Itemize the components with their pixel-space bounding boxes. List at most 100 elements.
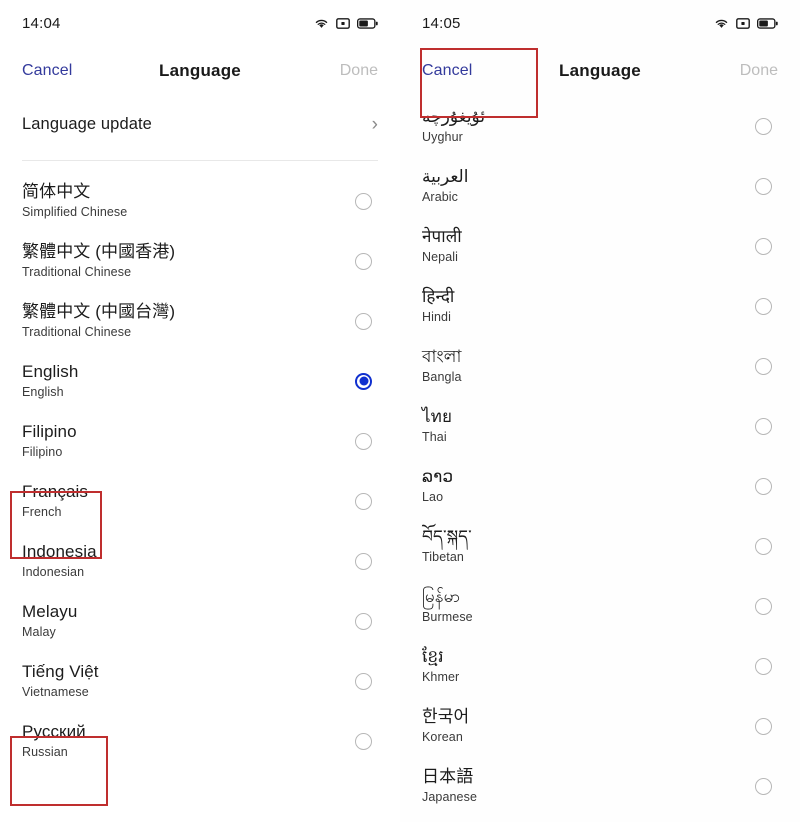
radio-button[interactable] — [755, 717, 772, 735]
language-native-name: မြန်မာ — [422, 586, 461, 606]
language-row[interactable]: 日本語 Japanese — [400, 756, 800, 816]
language-row[interactable]: Tiếng Việt Vietnamese — [0, 651, 400, 711]
radio-button[interactable] — [755, 357, 772, 375]
radio-button[interactable] — [355, 252, 372, 270]
language-row-text: Filipino Filipino — [22, 422, 77, 461]
radio-button[interactable] — [755, 297, 772, 315]
language-native-name: हिन्दी — [422, 286, 455, 306]
language-row-text: 한국어 Korean — [422, 707, 469, 746]
language-row[interactable]: Melayu Malay — [0, 591, 400, 651]
language-row[interactable]: العربية Arabic — [400, 156, 800, 216]
language-native-name: ไทย — [422, 406, 453, 426]
radio-button[interactable] — [755, 657, 772, 675]
language-row[interactable]: English English — [0, 351, 400, 411]
language-update-label: Language update — [22, 114, 152, 133]
language-native-name: Filipino — [22, 421, 77, 441]
language-row-text: ខ្មែរ Khmer — [422, 647, 459, 686]
language-row[interactable]: ខ្មែរ Khmer — [400, 636, 800, 696]
radio-button[interactable] — [355, 192, 372, 210]
radio-button[interactable] — [755, 417, 772, 435]
language-english-name: Russian — [22, 744, 68, 759]
language-list-right: ئۇيغۇرچە Uyghur العربية Arabic नेपाली Nepali ह… — [400, 96, 800, 816]
language-row-text: ไทย Thai — [422, 407, 452, 446]
radio-button[interactable] — [355, 432, 372, 450]
language-row-text: Indonesia Indonesian — [22, 542, 97, 581]
language-row[interactable]: བོད་སྐད་ Tibetan — [400, 516, 800, 576]
done-button[interactable]: Done — [340, 62, 378, 80]
language-english-name: Filipino — [22, 444, 63, 459]
language-row[interactable]: 繁體中文 (中國香港) Traditional Chinese — [0, 231, 400, 291]
language-english-name: Traditional Chinese — [22, 264, 132, 279]
radio-button[interactable] — [755, 477, 772, 495]
status-time: 14:05 — [422, 14, 461, 32]
language-native-name: ខ្មែរ — [422, 646, 444, 666]
cancel-button[interactable]: Cancel — [422, 62, 472, 80]
language-row-text: Melayu Malay — [22, 602, 77, 641]
language-english-name: Malay — [22, 624, 56, 639]
language-english-name: Tibetan — [422, 549, 464, 564]
language-native-name: 繁體中文 (中國台灣) — [22, 301, 176, 321]
language-row[interactable]: ລາວ Lao — [400, 456, 800, 516]
radio-button[interactable] — [755, 177, 772, 195]
language-english-name: Traditional Chinese — [22, 324, 132, 339]
radio-button[interactable] — [355, 732, 372, 750]
status-icon-group — [714, 17, 778, 29]
language-english-name: Thai — [422, 429, 447, 444]
cancel-button[interactable]: Cancel — [22, 62, 72, 80]
language-row-text: မြန်မာ Burmese — [422, 587, 473, 626]
language-native-name: Melayu — [22, 601, 78, 621]
language-row-text: नेपाली Nepali — [422, 227, 462, 266]
language-native-name: English — [22, 361, 79, 381]
language-english-name: Japanese — [422, 789, 478, 804]
language-row[interactable]: Русский Russian — [0, 711, 400, 771]
language-english-name: French — [22, 504, 62, 519]
language-native-name: Indonesia — [22, 541, 97, 561]
dnd-icon — [736, 17, 750, 29]
dnd-icon — [336, 17, 350, 29]
left-phone-panel: 14:04 Cancel Language Done Language upda… — [0, 0, 400, 822]
radio-button[interactable] — [355, 672, 372, 690]
radio-button[interactable] — [755, 237, 772, 255]
radio-button[interactable] — [355, 552, 372, 570]
radio-button-selected[interactable] — [355, 372, 372, 390]
language-english-name: English — [22, 384, 64, 399]
language-row[interactable]: বাংলা Bangla — [400, 336, 800, 396]
language-english-name: Hindi — [422, 309, 451, 324]
radio-button[interactable] — [755, 597, 772, 615]
radio-button[interactable] — [355, 612, 372, 630]
language-row[interactable]: မြန်မာ Burmese — [400, 576, 800, 636]
radio-button[interactable] — [355, 312, 372, 330]
language-row-text: Русский Russian — [22, 722, 86, 761]
radio-button[interactable] — [755, 777, 772, 795]
language-native-name: ئۇيغۇرچە — [422, 106, 486, 126]
language-row[interactable]: 繁體中文 (中國台灣) Traditional Chinese — [0, 291, 400, 351]
status-bar-right: 14:05 — [400, 0, 800, 46]
language-row[interactable]: Filipino Filipino — [0, 411, 400, 471]
radio-button[interactable] — [355, 492, 372, 510]
language-row[interactable]: 简体中文 Simplified Chinese — [0, 171, 400, 231]
language-row-text: العربية Arabic — [422, 167, 468, 206]
language-english-name: Bangla — [422, 369, 462, 384]
radio-button[interactable] — [755, 537, 772, 555]
nav-bar-left: Cancel Language Done — [0, 46, 400, 96]
language-row-text: 简体中文 Simplified Chinese — [22, 182, 127, 221]
language-row[interactable]: Français French — [0, 471, 400, 531]
done-button[interactable]: Done — [740, 62, 778, 80]
language-row-text: Tiếng Việt Vietnamese — [22, 662, 99, 701]
language-row[interactable]: 한국어 Korean — [400, 696, 800, 756]
dual-phone-screenshot: 14:04 Cancel Language Done Language upda… — [0, 0, 800, 822]
language-english-name: Indonesian — [22, 564, 85, 579]
language-native-name: Русский — [22, 721, 86, 741]
radio-button[interactable] — [755, 117, 772, 135]
language-row[interactable]: हिन्दी Hindi — [400, 276, 800, 336]
language-row[interactable]: Indonesia Indonesian — [0, 531, 400, 591]
language-row-text: हिन्दी Hindi — [422, 287, 454, 326]
language-row[interactable]: ไทย Thai — [400, 396, 800, 456]
language-english-name: Lao — [422, 489, 444, 504]
language-english-name: Burmese — [422, 609, 473, 624]
language-row[interactable]: नेपाली Nepali — [400, 216, 800, 276]
language-row[interactable]: ئۇيغۇرچە Uyghur — [400, 96, 800, 156]
language-row-text: Français French — [22, 482, 88, 521]
nav-bar-right: Cancel Language Done — [400, 46, 800, 96]
language-update-row[interactable]: Language update › — [0, 96, 400, 152]
